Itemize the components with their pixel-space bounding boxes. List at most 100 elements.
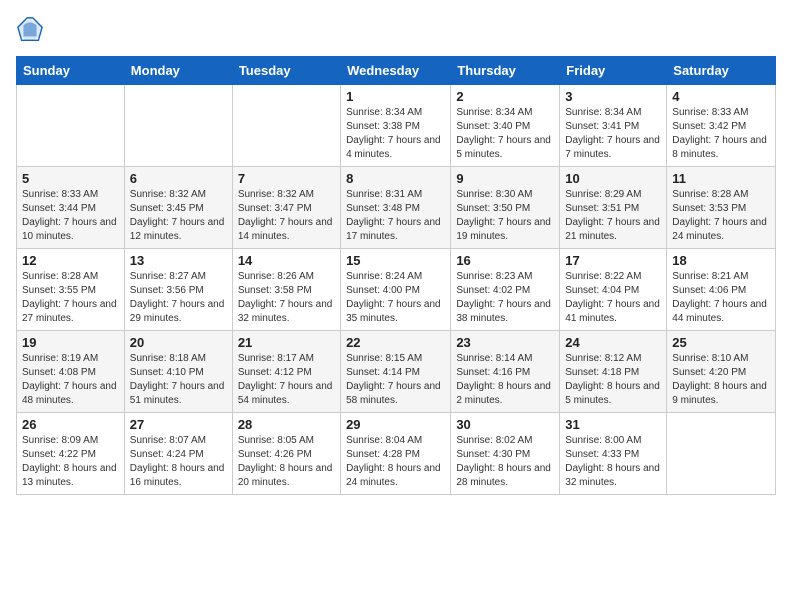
weekday-header-monday: Monday (124, 57, 232, 85)
day-info: Sunrise: 8:33 AM Sunset: 3:44 PM Dayligh… (22, 188, 119, 244)
calendar-cell: 26Sunrise: 8:09 AM Sunset: 4:22 PM Dayli… (17, 413, 125, 495)
calendar-cell: 18 Sunrise: 8:21 AM Sunset: 4:06 PM Dayli… (667, 249, 776, 331)
calendar-cell: 6 Sunrise: 8:32 AM Sunset: 3:45 PM Daylig… (124, 167, 232, 249)
calendar-cell: 30 Sunrise: 8:02 AM Sunset: 4:30 PM Dayli… (451, 413, 560, 495)
day-number: 2 (456, 89, 554, 104)
calendar-cell: 22 Sunrise: 8:15 AM Sunset: 4:14 PM Dayli… (341, 331, 451, 413)
day-number: 22 (346, 335, 445, 350)
weekday-header-tuesday: Tuesday (232, 57, 340, 85)
day-number: 10 (565, 171, 661, 186)
calendar-cell: 13 Sunrise: 8:27 AM Sunset: 3:56 PM Dayli… (124, 249, 232, 331)
day-info: Sunrise: 8:32 AM Sunset: 3:47 PM Dayligh… (238, 188, 335, 244)
day-number: 30 (456, 417, 554, 432)
calendar-cell: 11 Sunrise: 8:28 AM Sunset: 3:53 PM Dayli… (667, 167, 776, 249)
calendar-cell: 12 Sunrise: 8:28 AM Sunset: 3:55 PM Dayli… (17, 249, 125, 331)
day-number: 31 (565, 417, 661, 432)
day-number: 19 (22, 335, 119, 350)
day-number: 3 (565, 89, 661, 104)
weekday-header-friday: Friday (560, 57, 667, 85)
day-info: Sunrise: 8:34 AM Sunset: 3:41 PM Dayligh… (565, 106, 661, 162)
calendar-cell: 25Sunrise: 8:10 AM Sunset: 4:20 PM Dayli… (667, 331, 776, 413)
day-info: Sunrise: 8:02 AM Sunset: 4:30 PM Dayligh… (456, 434, 554, 490)
day-info: Sunrise: 8:00 AM Sunset: 4:33 PM Dayligh… (565, 434, 661, 490)
day-number: 24 (565, 335, 661, 350)
day-number: 25 (672, 335, 770, 350)
day-number: 20 (130, 335, 227, 350)
calendar-cell: 14Sunrise: 8:26 AM Sunset: 3:58 PM Dayli… (232, 249, 340, 331)
calendar-cell: 5 Sunrise: 8:33 AM Sunset: 3:44 PM Daylig… (17, 167, 125, 249)
day-number: 17 (565, 253, 661, 268)
day-number: 1 (346, 89, 445, 104)
day-number: 7 (238, 171, 335, 186)
day-number: 26 (22, 417, 119, 432)
calendar-cell: 7 Sunrise: 8:32 AM Sunset: 3:47 PM Daylig… (232, 167, 340, 249)
day-number: 18 (672, 253, 770, 268)
calendar-cell (124, 85, 232, 167)
calendar-cell: 21Sunrise: 8:17 AM Sunset: 4:12 PM Dayli… (232, 331, 340, 413)
day-info: Sunrise: 8:33 AM Sunset: 3:42 PM Dayligh… (672, 106, 770, 162)
calendar-cell: 10 Sunrise: 8:29 AM Sunset: 3:51 PM Dayli… (560, 167, 667, 249)
day-number: 23 (456, 335, 554, 350)
week-row-5: 26Sunrise: 8:09 AM Sunset: 4:22 PM Dayli… (17, 413, 776, 495)
calendar-cell: 3 Sunrise: 8:34 AM Sunset: 3:41 PM Daylig… (560, 85, 667, 167)
calendar-cell: 31 Sunrise: 8:00 AM Sunset: 4:33 PM Dayli… (560, 413, 667, 495)
day-number: 15 (346, 253, 445, 268)
day-info: Sunrise: 8:29 AM Sunset: 3:51 PM Dayligh… (565, 188, 661, 244)
week-row-3: 12 Sunrise: 8:28 AM Sunset: 3:55 PM Dayli… (17, 249, 776, 331)
day-number: 12 (22, 253, 119, 268)
day-info: Sunrise: 8:34 AM Sunset: 3:38 PM Dayligh… (346, 106, 445, 162)
calendar-cell: 27 Sunrise: 8:07 AM Sunset: 4:24 PM Dayli… (124, 413, 232, 495)
day-info: Sunrise: 8:19 AM Sunset: 4:08 PM Dayligh… (22, 352, 119, 408)
logo (16, 16, 48, 44)
day-info: Sunrise: 8:18 AM Sunset: 4:10 PM Dayligh… (130, 352, 227, 408)
calendar-cell: 4Sunrise: 8:33 AM Sunset: 3:42 PM Daylig… (667, 85, 776, 167)
day-info: Sunrise: 8:28 AM Sunset: 3:55 PM Dayligh… (22, 270, 119, 326)
week-row-4: 19 Sunrise: 8:19 AM Sunset: 4:08 PM Dayli… (17, 331, 776, 413)
day-info: Sunrise: 8:07 AM Sunset: 4:24 PM Dayligh… (130, 434, 227, 490)
calendar-cell: 9Sunrise: 8:30 AM Sunset: 3:50 PM Daylig… (451, 167, 560, 249)
day-info: Sunrise: 8:26 AM Sunset: 3:58 PM Dayligh… (238, 270, 335, 326)
week-row-1: 1 Sunrise: 8:34 AM Sunset: 3:38 PM Daylig… (17, 85, 776, 167)
day-info: Sunrise: 8:21 AM Sunset: 4:06 PM Dayligh… (672, 270, 770, 326)
calendar-cell (232, 85, 340, 167)
day-number: 27 (130, 417, 227, 432)
day-info: Sunrise: 8:05 AM Sunset: 4:26 PM Dayligh… (238, 434, 335, 490)
day-number: 6 (130, 171, 227, 186)
calendar-table: SundayMondayTuesdayWednesdayThursdayFrid… (16, 56, 776, 495)
day-info: Sunrise: 8:04 AM Sunset: 4:28 PM Dayligh… (346, 434, 445, 490)
day-info: Sunrise: 8:30 AM Sunset: 3:50 PM Dayligh… (456, 188, 554, 244)
weekday-header-thursday: Thursday (451, 57, 560, 85)
day-number: 29 (346, 417, 445, 432)
day-info: Sunrise: 8:32 AM Sunset: 3:45 PM Dayligh… (130, 188, 227, 244)
day-info: Sunrise: 8:12 AM Sunset: 4:18 PM Dayligh… (565, 352, 661, 408)
calendar-cell: 23 Sunrise: 8:14 AM Sunset: 4:16 PM Dayli… (451, 331, 560, 413)
day-number: 11 (672, 171, 770, 186)
weekday-header-saturday: Saturday (667, 57, 776, 85)
day-number: 5 (22, 171, 119, 186)
day-number: 13 (130, 253, 227, 268)
weekday-header-row: SundayMondayTuesdayWednesdayThursdayFrid… (17, 57, 776, 85)
calendar-cell: 28 Sunrise: 8:05 AM Sunset: 4:26 PM Dayli… (232, 413, 340, 495)
day-info: Sunrise: 8:31 AM Sunset: 3:48 PM Dayligh… (346, 188, 445, 244)
calendar-cell: 17Sunrise: 8:22 AM Sunset: 4:04 PM Dayli… (560, 249, 667, 331)
day-info: Sunrise: 8:14 AM Sunset: 4:16 PM Dayligh… (456, 352, 554, 408)
calendar-cell: 16Sunrise: 8:23 AM Sunset: 4:02 PM Dayli… (451, 249, 560, 331)
day-number: 16 (456, 253, 554, 268)
day-info: Sunrise: 8:15 AM Sunset: 4:14 PM Dayligh… (346, 352, 445, 408)
day-info: Sunrise: 8:28 AM Sunset: 3:53 PM Dayligh… (672, 188, 770, 244)
calendar-cell: 2 Sunrise: 8:34 AM Sunset: 3:40 PM Daylig… (451, 85, 560, 167)
day-info: Sunrise: 8:24 AM Sunset: 4:00 PM Dayligh… (346, 270, 445, 326)
calendar-cell: 29 Sunrise: 8:04 AM Sunset: 4:28 PM Dayli… (341, 413, 451, 495)
day-info: Sunrise: 8:34 AM Sunset: 3:40 PM Dayligh… (456, 106, 554, 162)
day-info: Sunrise: 8:17 AM Sunset: 4:12 PM Dayligh… (238, 352, 335, 408)
calendar-cell (17, 85, 125, 167)
calendar-cell: 15 Sunrise: 8:24 AM Sunset: 4:00 PM Dayli… (341, 249, 451, 331)
calendar-cell (667, 413, 776, 495)
calendar-cell: 20 Sunrise: 8:18 AM Sunset: 4:10 PM Dayli… (124, 331, 232, 413)
page-header (16, 16, 776, 44)
calendar-cell: 8Sunrise: 8:31 AM Sunset: 3:48 PM Daylig… (341, 167, 451, 249)
day-info: Sunrise: 8:27 AM Sunset: 3:56 PM Dayligh… (130, 270, 227, 326)
calendar-cell: 1 Sunrise: 8:34 AM Sunset: 3:38 PM Daylig… (341, 85, 451, 167)
calendar-cell: 24 Sunrise: 8:12 AM Sunset: 4:18 PM Dayli… (560, 331, 667, 413)
day-number: 28 (238, 417, 335, 432)
